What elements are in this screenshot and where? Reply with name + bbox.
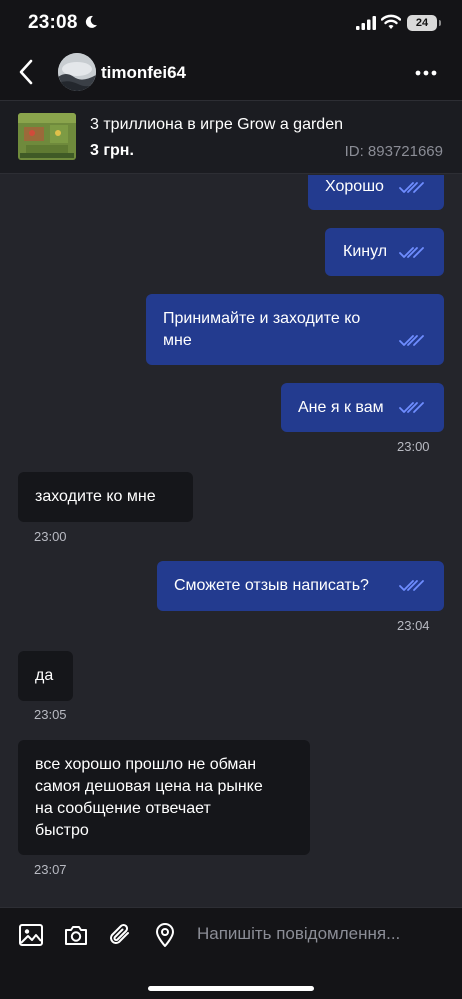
message-outgoing[interactable]: Ане я к вам xyxy=(281,383,444,432)
message-text: Хорошо xyxy=(325,178,384,195)
username[interactable]: timonfei64 xyxy=(101,63,186,83)
avatar-image xyxy=(58,53,96,91)
ad-id: ID: 893721669 xyxy=(344,143,443,160)
chat-header: timonfei64 xyxy=(0,48,462,100)
ad-preview[interactable]: 3 триллиона в игре Grow a garden 3 грн. … xyxy=(0,100,462,174)
double-check-icon xyxy=(399,247,424,258)
message-time: 23:00 xyxy=(34,529,67,544)
double-check-icon xyxy=(399,580,424,591)
message-time: 23:07 xyxy=(34,862,67,877)
message-composer: Напишіть повідомлення... xyxy=(0,907,462,999)
message-time: 23:05 xyxy=(34,707,67,722)
message-outgoing[interactable]: Хорошо xyxy=(308,175,444,210)
signal-icon xyxy=(356,16,376,30)
message-text-line: Принимайте и заходите ко xyxy=(163,310,361,327)
status-time: 23:08 xyxy=(28,12,78,33)
message-incoming[interactable]: заходите ко мне xyxy=(18,472,193,522)
message-outgoing[interactable]: Сможете отзыв написать? xyxy=(157,561,444,611)
message-text-line: мне xyxy=(163,332,192,349)
message-text: Ане я к вам xyxy=(298,399,384,416)
message-text: заходите ко мне xyxy=(35,488,156,505)
home-indicator[interactable] xyxy=(148,986,314,991)
ad-title: 3 триллиона в игре Grow a garden xyxy=(90,116,343,133)
message-incoming[interactable]: да xyxy=(18,651,73,701)
battery-icon: 24 xyxy=(407,15,441,31)
camera-icon[interactable] xyxy=(63,922,89,948)
message-incoming[interactable]: все хорошо прошло не обман самоя дешовая… xyxy=(18,740,310,855)
message-text-line: все хорошо прошло не обман xyxy=(35,756,257,773)
message-time: 23:04 xyxy=(397,618,430,633)
message-outgoing[interactable]: Кинул xyxy=(325,228,444,276)
status-bar: 23:08 24 xyxy=(0,0,462,48)
double-check-icon xyxy=(399,335,424,346)
double-check-icon xyxy=(399,402,424,413)
message-text-line: быстро xyxy=(35,822,89,839)
message-text: Кинул xyxy=(343,243,388,260)
paperclip-icon[interactable] xyxy=(107,922,133,948)
double-check-icon xyxy=(399,182,424,193)
message-text: да xyxy=(35,667,54,684)
avatar[interactable] xyxy=(58,53,96,91)
ad-thumbnail xyxy=(18,113,76,160)
message-input[interactable]: Напишіть повідомлення... xyxy=(197,924,400,944)
back-arrow-icon[interactable] xyxy=(14,58,40,86)
moon-icon xyxy=(85,15,97,28)
ad-price: 3 грн. xyxy=(90,142,134,159)
message-text: Сможете отзыв написать? xyxy=(174,577,369,594)
message-time: 23:00 xyxy=(397,439,430,454)
more-icon[interactable] xyxy=(414,61,438,85)
message-text-line: на сообщение отвечает xyxy=(35,800,211,817)
message-text-line: самоя дешовая цена на рынке xyxy=(35,778,263,795)
chat-messages[interactable]: Хорошо Кинул Принимайте и заходите ко мн… xyxy=(0,175,462,907)
wifi-icon xyxy=(381,14,401,29)
location-icon[interactable] xyxy=(152,922,178,948)
message-outgoing[interactable]: Принимайте и заходите ко мне xyxy=(146,294,444,365)
image-icon[interactable] xyxy=(18,922,44,948)
